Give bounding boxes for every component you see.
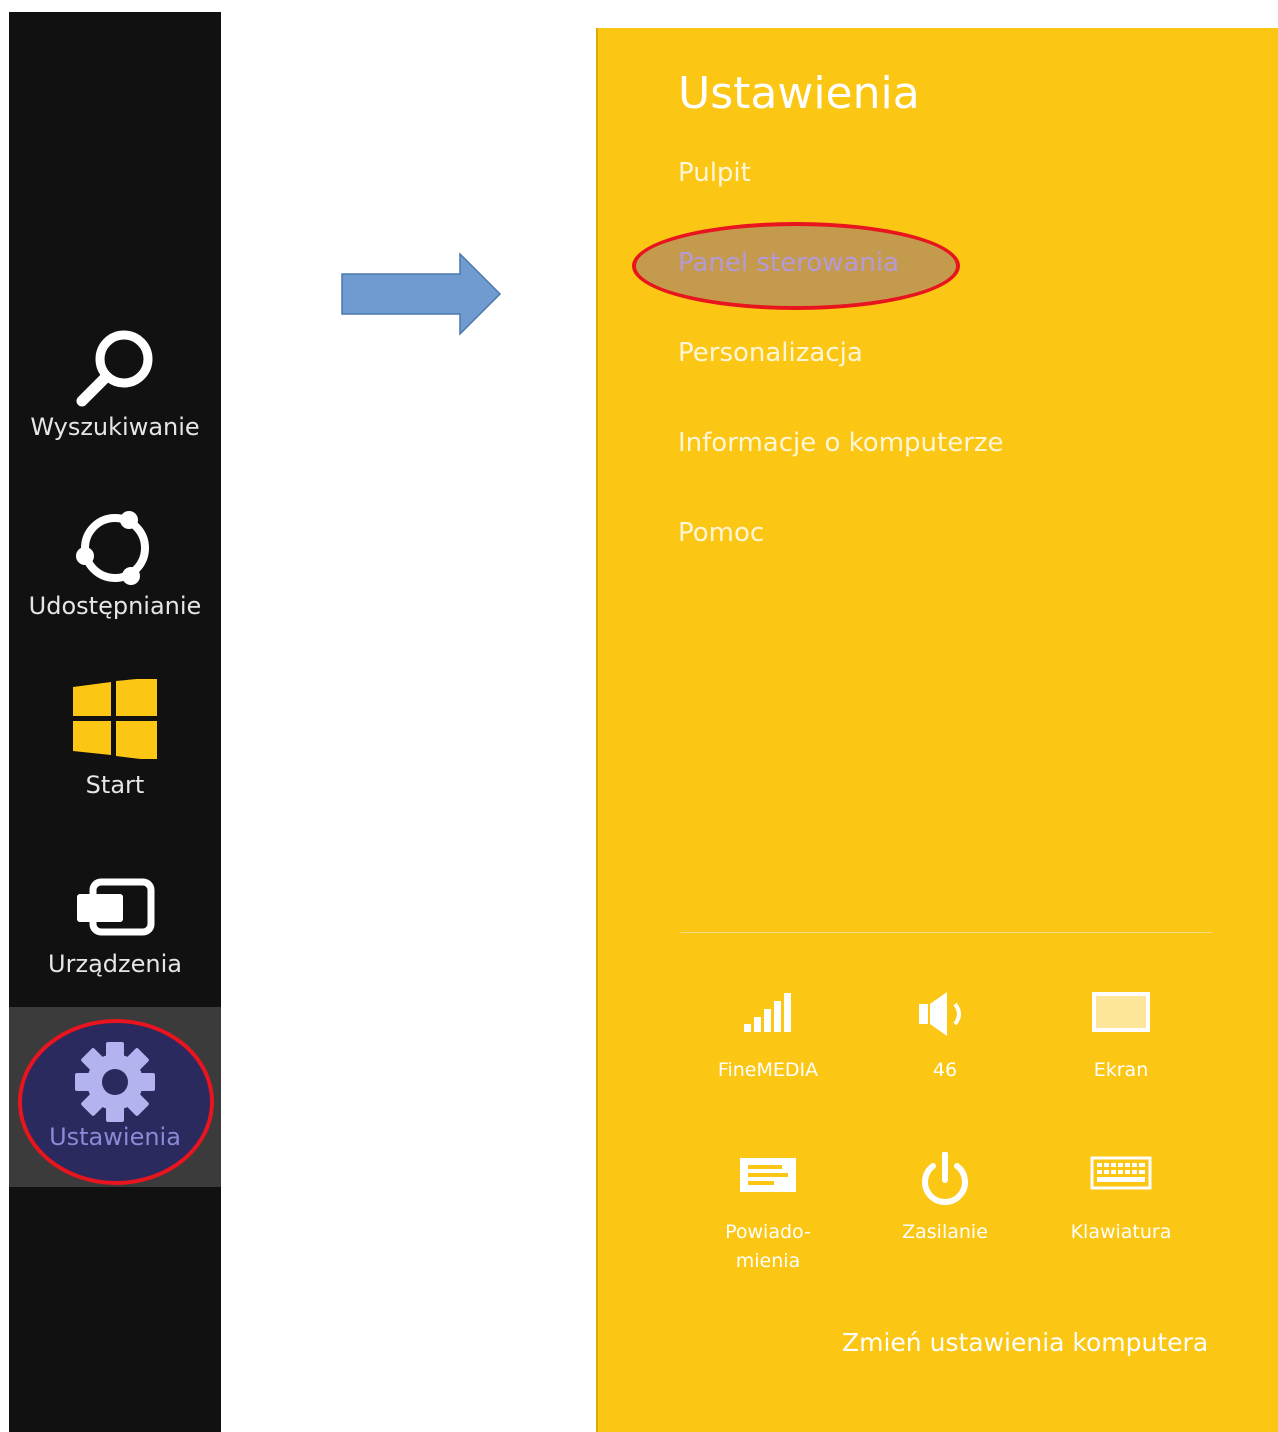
- tile-volume-label: 46: [932, 1059, 958, 1081]
- tile-network-label: FineMEDIA: [717, 1059, 819, 1081]
- arrow-right-icon: [341, 252, 502, 336]
- network-signal-icon: [744, 993, 791, 1032]
- keyboard-icon: [1090, 1156, 1152, 1190]
- charm-settings[interactable]: Ustawienia: [9, 1007, 221, 1187]
- share-icon: [76, 511, 149, 585]
- screen: Wyszukiwanie Udostępnianie Start Urządze…: [0, 0, 1278, 1432]
- menu-item-control-panel[interactable]: Panel sterowania: [678, 248, 899, 278]
- charm-start[interactable]: Start: [9, 675, 221, 855]
- menu-item-pc-info[interactable]: Informacje o komputerze: [678, 428, 1004, 458]
- tile-volume[interactable]: 46: [875, 990, 1015, 1110]
- screen-brightness-icon: [1092, 992, 1150, 1032]
- tile-notifications-label: Powiado- mienia: [725, 1221, 811, 1272]
- tile-network[interactable]: FineMEDIA: [698, 990, 838, 1110]
- charm-search-label: Wyszukiwanie: [30, 413, 200, 441]
- tile-notifications[interactable]: Powiado- mienia: [698, 1152, 838, 1272]
- charm-start-label: Start: [85, 771, 145, 799]
- tile-power[interactable]: Zasilanie: [875, 1152, 1015, 1272]
- charms-bar: Wyszukiwanie Udostępnianie Start Urządze…: [9, 12, 221, 1432]
- volume-icon: [919, 992, 961, 1036]
- settings-pane: Ustawienia Pulpit Panel sterowania Perso…: [596, 28, 1278, 1432]
- tile-keyboard-label: Klawiatura: [1070, 1221, 1172, 1243]
- tile-screen[interactable]: Ekran: [1051, 990, 1191, 1110]
- devices-icon: [77, 878, 155, 936]
- pane-title: Ustawienia: [678, 68, 920, 119]
- menu-item-personalization[interactable]: Personalizacja: [678, 338, 863, 368]
- charm-settings-label: Ustawienia: [49, 1123, 181, 1151]
- charm-share[interactable]: Udostępnianie: [9, 496, 221, 676]
- menu-item-desktop[interactable]: Pulpit: [678, 158, 751, 188]
- tile-power-label: Zasilanie: [902, 1221, 988, 1243]
- menu-item-help[interactable]: Pomoc: [678, 518, 764, 548]
- search-icon: [76, 330, 153, 407]
- tile-screen-label: Ekran: [1093, 1059, 1149, 1081]
- change-pc-settings-link[interactable]: Zmień ustawienia komputera: [842, 1328, 1208, 1357]
- power-icon: [922, 1152, 968, 1205]
- notifications-icon: [740, 1158, 796, 1192]
- divider: [680, 932, 1212, 933]
- charm-share-label: Udostępnianie: [28, 592, 202, 620]
- gear-icon: [75, 1042, 155, 1122]
- charm-search[interactable]: Wyszukiwanie: [9, 317, 221, 497]
- windows-logo-icon: [73, 679, 157, 759]
- charm-devices-label: Urządzenia: [48, 950, 182, 978]
- tile-keyboard[interactable]: Klawiatura: [1051, 1152, 1191, 1272]
